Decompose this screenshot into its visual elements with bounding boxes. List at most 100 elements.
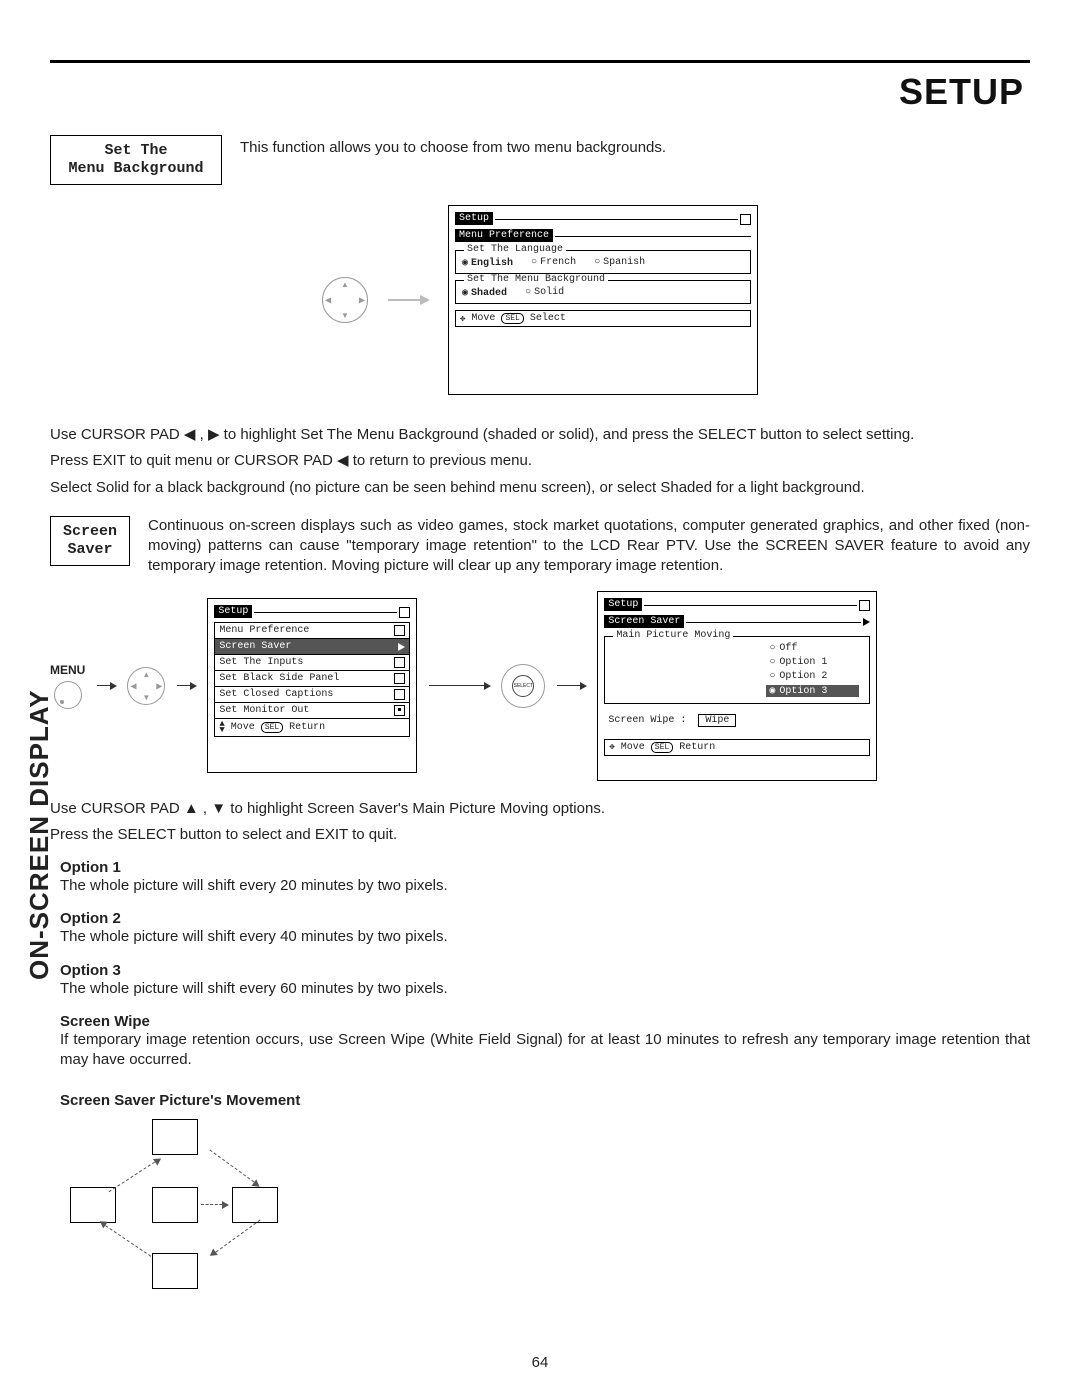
option-shaded[interactable]: Shaded <box>462 287 507 299</box>
side-tab-label: ON-SCREEN DISPLAY <box>24 689 55 980</box>
option-2[interactable]: Option 2 <box>769 671 859 682</box>
square-icon <box>399 607 410 618</box>
screen-subtitle: Screen Saver <box>604 615 684 628</box>
movement-box <box>152 1119 198 1155</box>
wipe-button[interactable]: Wipe <box>698 714 736 727</box>
body-text: Use CURSOR PAD ◀ , ▶ to highlight Set Th… <box>50 425 1030 445</box>
item-label: Set Monitor Out <box>219 705 309 716</box>
move-icon: ✥ <box>609 742 614 752</box>
label-line: Screen <box>61 523 119 541</box>
list-item[interactable]: Set Closed Captions <box>215 687 409 703</box>
chevron-right-icon <box>863 618 870 626</box>
screen-subtitle: Menu Preference <box>455 229 553 242</box>
group-legend: Main Picture Moving <box>613 630 733 641</box>
option-solid[interactable]: Solid <box>525 287 564 299</box>
item-label: Screen Saver <box>219 641 291 652</box>
menu-label: MENU <box>50 663 85 677</box>
arrow-icon <box>388 299 428 301</box>
updown-icon: ▲▼ <box>219 721 224 734</box>
cursor-pad-icon: ▲▼ ◀▶ <box>322 277 368 323</box>
main-picture-moving-group: Main Picture Moving Off Option 1 Option … <box>604 636 870 704</box>
list-item[interactable]: Screen Saver <box>215 639 409 655</box>
cursor-pad-icon: ▲▼ ◀▶ <box>127 667 165 705</box>
square-icon <box>394 673 405 684</box>
sel-icon: SEL <box>261 722 283 733</box>
hint-move: Move <box>471 313 495 324</box>
hint-move: Move <box>231 722 255 733</box>
screen-wipe-text: If temporary image retention occurs, use… <box>60 1030 1030 1071</box>
background-group: Set The Menu Background Shaded Solid <box>455 280 751 304</box>
hint-move: Move <box>621 742 645 753</box>
tv-screen-screen-saver: Setup Screen Saver Main Picture Moving O… <box>597 591 877 781</box>
movement-box <box>152 1187 198 1223</box>
screen-title: Setup <box>455 212 493 225</box>
square-icon <box>394 625 405 636</box>
option2-text: The whole picture will shift every 40 mi… <box>60 927 1030 947</box>
movement-heading: Screen Saver Picture's Movement <box>60 1092 1030 1109</box>
hint-select: Select <box>530 313 566 324</box>
page-title: SETUP <box>50 71 1030 113</box>
tv-screen-menu-preference: Setup Menu Preference Set The Language E… <box>448 205 758 395</box>
square-icon <box>740 214 751 225</box>
square-icon <box>394 705 405 716</box>
option-french[interactable]: French <box>531 257 576 269</box>
group-legend: Set The Menu Background <box>464 274 608 285</box>
screen-wipe-heading: Screen Wipe <box>60 1013 1030 1030</box>
section-label-menu-background: Set The Menu Background <box>50 135 222 185</box>
option2-heading: Option 2 <box>60 910 1030 927</box>
language-group: Set The Language English French Spanish <box>455 250 751 274</box>
section-label-screen-saver: Screen Saver <box>50 516 130 566</box>
option3-heading: Option 3 <box>60 962 1030 979</box>
wipe-label: Screen Wipe : <box>608 715 686 726</box>
option1-text: The whole picture will shift every 20 mi… <box>60 876 1030 896</box>
arrow-icon <box>209 1150 258 1186</box>
option-3[interactable]: Option 3 <box>766 685 859 697</box>
sel-icon: SEL <box>501 313 523 324</box>
movement-box <box>232 1187 278 1223</box>
arrow-icon <box>557 685 585 686</box>
movement-box <box>152 1253 198 1289</box>
tv-screen-setup-list: Setup Menu Preference Screen Saver Set T… <box>207 598 417 773</box>
arrow-icon <box>97 685 115 686</box>
body-text: Press EXIT to quit menu or CURSOR PAD ◀ … <box>50 451 1030 471</box>
hint-return: Return <box>289 722 325 733</box>
menu-button-icon <box>54 681 82 709</box>
item-label: Menu Preference <box>219 625 309 636</box>
item-label: Set Closed Captions <box>219 689 333 700</box>
sel-icon: SEL <box>651 742 673 753</box>
screen-wipe-row: Screen Wipe : Wipe <box>604 712 870 729</box>
arrow-icon <box>211 1220 260 1256</box>
option3-text: The whole picture will shift every 60 mi… <box>60 979 1030 999</box>
option-1[interactable]: Option 1 <box>769 657 859 668</box>
option-spanish[interactable]: Spanish <box>594 257 645 269</box>
arrow-icon <box>177 685 195 686</box>
label-line: Saver <box>61 541 119 559</box>
body-text: Press the SELECT button to select and EX… <box>50 825 1030 845</box>
hint-return: Return <box>679 742 715 753</box>
list-item[interactable]: Set Black Side Panel <box>215 671 409 687</box>
label-line: Set The <box>61 142 211 160</box>
option-english[interactable]: English <box>462 257 513 269</box>
square-icon <box>394 689 405 700</box>
movement-box <box>70 1187 116 1223</box>
item-label: Set The Inputs <box>219 657 303 668</box>
list-item[interactable]: Menu Preference <box>215 623 409 639</box>
option-off[interactable]: Off <box>769 643 859 654</box>
move-icon: ✥ <box>460 314 465 324</box>
section1-desc: This function allows you to choose from … <box>240 135 666 156</box>
square-icon <box>394 657 405 668</box>
list-item[interactable]: Set The Inputs <box>215 655 409 671</box>
list-item[interactable]: Set Monitor Out <box>215 703 409 719</box>
option1-heading: Option 1 <box>60 859 1030 876</box>
label-line: Menu Background <box>61 160 211 178</box>
section2-desc: Continuous on-screen displays such as vi… <box>148 516 1030 577</box>
top-rule <box>50 60 1030 63</box>
hint-bar: ▲▼ Move SEL Return <box>215 719 409 736</box>
body-text: Select Solid for a black background (no … <box>50 478 1030 498</box>
hint-bar: ✥ Move SEL Select <box>455 310 751 327</box>
arrow-icon <box>429 685 489 686</box>
arrow-icon <box>201 1204 227 1205</box>
body-text: Use CURSOR PAD ▲ , ▼ to highlight Screen… <box>50 799 1030 819</box>
group-legend: Set The Language <box>464 244 566 255</box>
page-number: 64 <box>532 1354 549 1371</box>
